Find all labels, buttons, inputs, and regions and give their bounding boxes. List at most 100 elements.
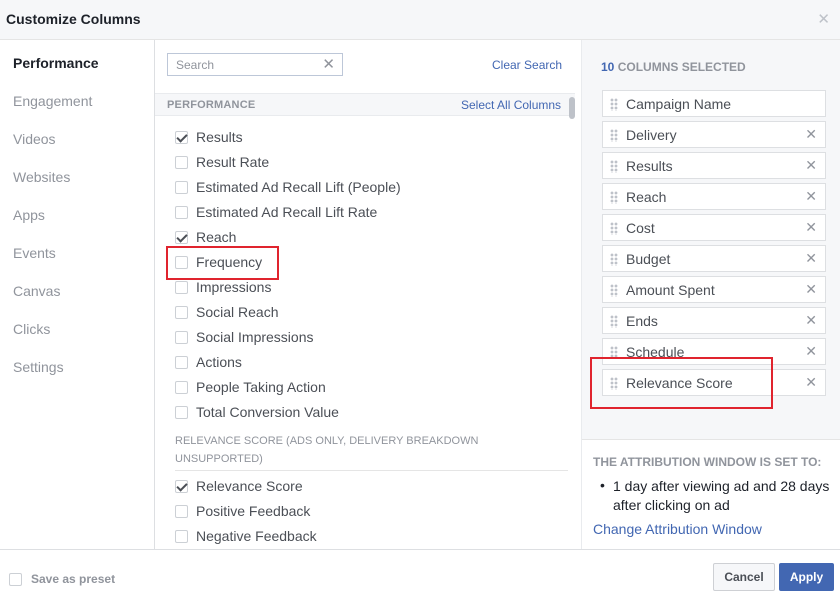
- option-total-conversion-value[interactable]: Total Conversion Value: [175, 402, 339, 422]
- option-negative-feedback[interactable]: Negative Feedback: [175, 526, 317, 546]
- sidebar-item-engagement[interactable]: Engagement: [13, 93, 92, 109]
- selected-count-label: COLUMNS SELECTED: [617, 60, 746, 74]
- attribution-setting-text: 1 day after viewing ad and 28 days after…: [613, 478, 830, 513]
- drag-handle-icon[interactable]: [610, 222, 618, 235]
- sidebar-item-canvas[interactable]: Canvas: [13, 283, 60, 299]
- drag-handle-icon[interactable]: [610, 98, 618, 111]
- option-label: Result Rate: [196, 154, 270, 170]
- scrollbar-thumb[interactable]: [569, 97, 575, 119]
- remove-icon[interactable]: ✕: [805, 219, 817, 236]
- remove-icon[interactable]: ✕: [805, 188, 817, 205]
- close-icon[interactable]: ✕: [817, 10, 830, 28]
- attribution-title: THE ATTRIBUTION WINDOW IS SET TO:: [593, 455, 822, 469]
- option-label: Social Impressions: [196, 329, 314, 345]
- frequency-highlight-box: [166, 246, 279, 280]
- selected-column-item[interactable]: Campaign Name: [602, 90, 826, 117]
- option-reach[interactable]: Reach: [175, 227, 236, 247]
- selected-column-item[interactable]: Results ✕: [602, 152, 826, 179]
- dialog-header: Customize Columns ✕: [0, 0, 840, 40]
- selected-column-item[interactable]: Budget ✕: [602, 245, 826, 272]
- checkbox[interactable]: [175, 180, 188, 194]
- option-actions[interactable]: Actions: [175, 352, 242, 372]
- option-label: Impressions: [196, 279, 272, 295]
- dialog-footer: Save as preset Cancel Apply: [0, 549, 840, 601]
- drag-handle-icon[interactable]: [610, 253, 618, 266]
- checkbox[interactable]: [175, 230, 188, 244]
- remove-icon[interactable]: ✕: [805, 157, 817, 174]
- save-as-preset-option[interactable]: Save as preset: [9, 572, 115, 586]
- remove-icon[interactable]: ✕: [805, 312, 817, 329]
- sidebar-item-events[interactable]: Events: [13, 245, 56, 261]
- sidebar-item-performance[interactable]: Performance: [13, 55, 99, 71]
- selected-column-item[interactable]: Delivery ✕: [602, 121, 826, 148]
- cancel-button[interactable]: Cancel: [713, 563, 775, 591]
- checkbox[interactable]: [175, 529, 188, 543]
- checkbox[interactable]: [175, 130, 188, 144]
- drag-handle-icon[interactable]: [610, 160, 618, 173]
- selected-column-label: Amount Spent: [626, 282, 715, 298]
- selected-column-label: Cost: [626, 220, 655, 236]
- remove-icon[interactable]: ✕: [805, 126, 817, 143]
- remove-icon[interactable]: ✕: [805, 250, 817, 267]
- clear-search-icon[interactable]: ✕: [322, 55, 335, 73]
- clear-search-link[interactable]: Clear Search: [492, 58, 562, 72]
- checkbox[interactable]: [175, 355, 188, 369]
- option-estimated-ad-recall-lift-people[interactable]: Estimated Ad Recall Lift (People): [175, 177, 401, 197]
- selected-column-item[interactable]: Amount Spent ✕: [602, 276, 826, 303]
- option-label: Social Reach: [196, 304, 279, 320]
- checkbox[interactable]: [175, 504, 188, 518]
- apply-button[interactable]: Apply: [779, 563, 834, 591]
- sidebar-item-settings[interactable]: Settings: [13, 359, 64, 375]
- option-results[interactable]: Results: [175, 127, 243, 147]
- relevance-score-highlight-box: [590, 357, 773, 409]
- option-relevance-score[interactable]: Relevance Score: [175, 476, 303, 496]
- checkbox[interactable]: [175, 205, 188, 219]
- search-input[interactable]: [168, 54, 318, 75]
- option-estimated-ad-recall-lift-rate[interactable]: Estimated Ad Recall Lift Rate: [175, 202, 377, 222]
- save-preset-label: Save as preset: [31, 572, 116, 586]
- option-people-taking-action[interactable]: People Taking Action: [175, 377, 326, 397]
- selected-column-item[interactable]: Ends ✕: [602, 307, 826, 334]
- checkbox[interactable]: [175, 479, 188, 493]
- selected-column-item[interactable]: Reach ✕: [602, 183, 826, 210]
- option-social-impressions[interactable]: Social Impressions: [175, 327, 314, 347]
- checkbox[interactable]: [175, 280, 188, 294]
- option-label: Estimated Ad Recall Lift (People): [196, 179, 401, 195]
- drag-handle-icon[interactable]: [610, 315, 618, 328]
- checkbox[interactable]: [175, 330, 188, 344]
- checkbox[interactable]: [175, 405, 188, 419]
- drag-handle-icon[interactable]: [610, 284, 618, 297]
- sidebar-item-apps[interactable]: Apps: [13, 207, 45, 223]
- remove-icon[interactable]: ✕: [805, 374, 817, 391]
- drag-handle-icon[interactable]: [610, 191, 618, 204]
- select-all-columns-link[interactable]: Select All Columns: [461, 98, 561, 112]
- selected-column-label: Budget: [626, 251, 671, 267]
- performance-section-header: PERFORMANCE Select All Columns: [155, 93, 575, 116]
- option-social-reach[interactable]: Social Reach: [175, 302, 279, 322]
- selected-column-label: Results: [626, 158, 673, 174]
- option-impressions[interactable]: Impressions: [175, 277, 271, 297]
- save-preset-checkbox[interactable]: [9, 572, 22, 586]
- option-label: Estimated Ad Recall Lift Rate: [196, 204, 378, 220]
- relevance-section-heading: RELEVANCE SCORE (ADS ONLY, DELIVERY BREA…: [175, 432, 568, 471]
- sidebar-item-videos[interactable]: Videos: [13, 131, 56, 147]
- attribution-window-box: THE ATTRIBUTION WINDOW IS SET TO: • 1 da…: [582, 439, 840, 549]
- remove-icon[interactable]: ✕: [805, 343, 817, 360]
- selected-column-item[interactable]: Cost ✕: [602, 214, 826, 241]
- remove-icon[interactable]: ✕: [805, 281, 817, 298]
- checkbox[interactable]: [175, 305, 188, 319]
- selected-column-label: Delivery: [626, 127, 677, 143]
- bullet-icon: •: [600, 477, 605, 493]
- sidebar-item-clicks[interactable]: Clicks: [13, 321, 50, 337]
- search-box: ✕: [167, 53, 343, 76]
- change-attribution-window-link[interactable]: Change Attribution Window: [593, 521, 762, 537]
- checkbox[interactable]: [175, 155, 188, 169]
- selected-count-number: 10: [601, 60, 615, 74]
- option-positive-feedback[interactable]: Positive Feedback: [175, 501, 310, 521]
- option-result-rate[interactable]: Result Rate: [175, 152, 269, 172]
- sidebar-item-websites[interactable]: Websites: [13, 169, 70, 185]
- category-sidebar: Performance Engagement Videos Websites A…: [0, 40, 155, 549]
- drag-handle-icon[interactable]: [610, 129, 618, 142]
- checkbox[interactable]: [175, 380, 188, 394]
- selected-count-heading: 10 COLUMNS SELECTED: [601, 60, 746, 74]
